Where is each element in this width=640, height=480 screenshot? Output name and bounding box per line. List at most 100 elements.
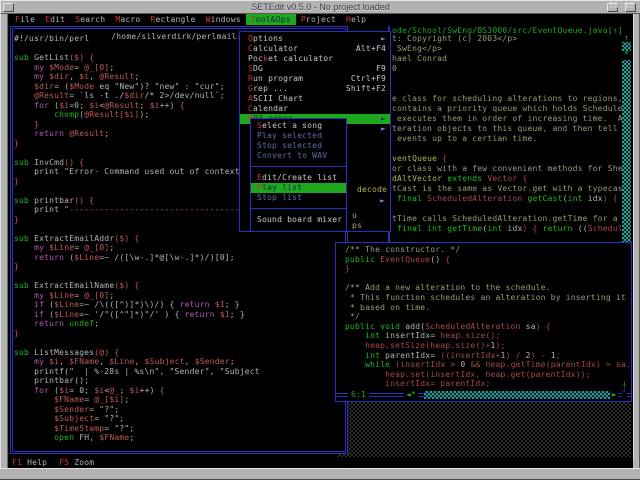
application-window: SETEdit v0.5.0 - No project loaded /home… <box>0 0 640 480</box>
submenu-item-stop-list: Stop list <box>251 193 346 203</box>
code-line: $dir= ($Mode eq "New")? "new" : "cur"; <box>14 82 260 92</box>
window-border-bottom[interactable] <box>0 468 640 480</box>
scroll-left-icon[interactable]: ◄* <box>404 390 418 399</box>
code-line: /** The constructor. */ <box>345 245 631 255</box>
statusbar-item-help[interactable]: F1 Help <box>12 458 47 467</box>
hotkey-letter: G <box>248 84 253 93</box>
code-line: my $i, $FName, $Line, $Subject, $Sender; <box>14 357 260 367</box>
window-border-left <box>0 14 8 469</box>
code-line: */ <box>345 312 631 322</box>
code-line: final ScheduledAlteration getCast(int id… <box>392 194 628 204</box>
menu-item-calculator[interactable]: CalculatorAlt+F4 <box>240 44 390 54</box>
code-line: printbar(); <box>14 376 260 386</box>
hotkey-letter: F <box>15 15 20 24</box>
hotkey-letter: S <box>75 15 80 24</box>
menu-item-calendar[interactable]: Calendar <box>240 104 390 114</box>
code-line: $Subject= "?"; <box>14 414 260 424</box>
desktop-pattern <box>337 402 631 457</box>
code-line <box>392 144 628 154</box>
submenu-item-select-a-song[interactable]: Select a song <box>251 121 346 131</box>
hotkey-letter: P <box>257 183 262 192</box>
menubar-item-tool-ops[interactable]: Tool&Ops <box>246 14 296 25</box>
menu-item-options[interactable]: Options► <box>240 34 390 44</box>
menubar-item-rectangle[interactable]: Rectangle <box>145 14 200 25</box>
submenu-item-sound-board-mixer[interactable]: Sound board mixer <box>251 215 346 225</box>
menu-bar: FileEditSearchMacroRectangleWindowsTool&… <box>8 14 633 25</box>
code-line: int parentIdx= ((insertIdx+1) / 2) - 1; <box>345 351 631 361</box>
code-line: print "Error- Command used out of contex… <box>14 167 260 177</box>
submenu-arrow-icon: ► <box>381 34 386 44</box>
cursor-position-indicator: 6:1 <box>348 390 369 399</box>
scroll-up-icon[interactable]: ↑ <box>622 33 631 42</box>
scroll-down-icon[interactable]: ↓ <box>622 379 627 388</box>
code-line: teration objects to this queue, and then… <box>392 124 628 134</box>
code-line: or class with a few convenient methods f… <box>392 164 628 174</box>
menu-item-run-program[interactable]: Run programCtrl+F9 <box>240 74 390 84</box>
menubar-item-windows[interactable]: Windows <box>201 14 246 25</box>
menu-shortcut: Ctrl+F9 <box>351 74 386 84</box>
code-line: print "---------------------------------… <box>14 205 260 215</box>
hotkey-letter: C <box>248 104 253 113</box>
hotkey-letter: S <box>257 121 262 130</box>
submenu-item-play-selected: Play selected <box>251 131 346 141</box>
code-line: } <box>14 215 260 225</box>
vertical-scrollbar[interactable] <box>622 35 631 243</box>
menubar-item-edit[interactable]: Edit <box>40 14 70 25</box>
code-line: for ($i= 0; $i<@_; $i++) { <box>14 386 260 396</box>
menu-item-grep-[interactable]: Grep ...Shift+F2 <box>240 84 390 94</box>
code-line: sub ListMessages(@) { <box>14 348 260 358</box>
menu-item-ascii-chart[interactable]: ASCII Chart <box>240 94 390 104</box>
code-line: my $Line= @_[0]; <box>14 291 260 301</box>
code-line: my $Line= @_[0]; <box>14 243 260 253</box>
menu-text-fragment: decode <box>357 185 387 194</box>
code-line: t: Copyright (c) 2003</p> <box>392 34 628 44</box>
code-line: * based on time. <box>345 303 631 313</box>
menu-text-fragment: u <box>352 211 357 220</box>
java-code-pane-bottom[interactable]: /** The constructor. */public EventQueue… <box>345 245 631 389</box>
code-line: sub ExtractEmailAddr($) { <box>14 234 260 244</box>
hotkey-letter: R <box>150 15 155 24</box>
statusbar-item-zoom[interactable]: F5 Zoom <box>59 458 94 467</box>
hotkey-letter: O <box>248 34 253 43</box>
code-line: ventQueue { <box>392 154 628 164</box>
submenu-item-play-list[interactable]: Play list <box>251 183 346 193</box>
menubar-item-file[interactable]: File <box>10 14 40 25</box>
code-line: insertIdx= parentIdx; <box>345 379 631 389</box>
scroll-thumb-icon[interactable]: * <box>622 51 631 60</box>
code-line <box>14 148 260 158</box>
menu-item-sdg[interactable]: SDGF9 <box>240 64 390 74</box>
perl-code-pane[interactable]: #!/usr/bin/perl sub GetList($) { my $Mod… <box>14 34 260 443</box>
menubar-item-project[interactable]: Project <box>296 14 341 25</box>
code-line: printf(" | %-28s | %s\n", "Sender", "Sub… <box>14 367 260 377</box>
scroll-right-icon[interactable]: ► <box>611 390 618 399</box>
code-line: sub InvCmd() { <box>14 158 260 168</box>
window-titlebar[interactable]: SETEdit v0.5.0 - No project loaded <box>0 0 640 14</box>
horizontal-scrollbar[interactable] <box>424 391 610 399</box>
clock: 10:02 <box>609 1 634 10</box>
submenu-item-convert-to-wav: Convert to WAV <box>251 151 346 161</box>
window-corner-glyph: ┘ <box>622 388 627 398</box>
java-code-pane-top[interactable]: t: Copyright (c) 2003</p> SwEng</p>hael … <box>392 34 628 234</box>
code-line: sub GetList($) { <box>14 53 260 63</box>
code-line: return undef; <box>14 319 260 329</box>
code-line: for ($i=0; $i<@Result; $i++) { <box>14 101 260 111</box>
code-line: tCast is the same as Vector.get with a t… <box>392 184 628 194</box>
code-line: hael Conrad <box>392 54 628 64</box>
menu-shortcut: F9 <box>376 64 386 74</box>
code-line: contains a priority queue which holds Sc… <box>392 104 628 114</box>
code-line: public EventQueue() { <box>345 255 631 265</box>
menubar-item-macro[interactable]: Macro <box>110 14 145 25</box>
code-line: my $Mode= @_[0]; <box>14 63 260 73</box>
hotkey-letter: R <box>248 74 253 83</box>
code-line: /** Add a new alteration to the schedule… <box>345 283 631 293</box>
code-line: $TimeStamp= "?"; <box>14 424 260 434</box>
menubar-item-search[interactable]: Search <box>70 14 110 25</box>
code-line: heap.set(insertIdx, heap.get(parentIdx))… <box>345 370 631 380</box>
code-line <box>14 44 260 54</box>
menubar-item-help[interactable]: Help <box>341 14 371 25</box>
submenu-item-stop-selected: Stop selected <box>251 141 346 151</box>
hotkey-letter: W <box>206 15 211 24</box>
menu-item-pocket-calculator[interactable]: Pocket calculator <box>240 54 390 64</box>
hotkey-letter: S <box>248 64 253 73</box>
submenu-item-edit-create-list[interactable]: Edit/Create list <box>251 173 346 183</box>
